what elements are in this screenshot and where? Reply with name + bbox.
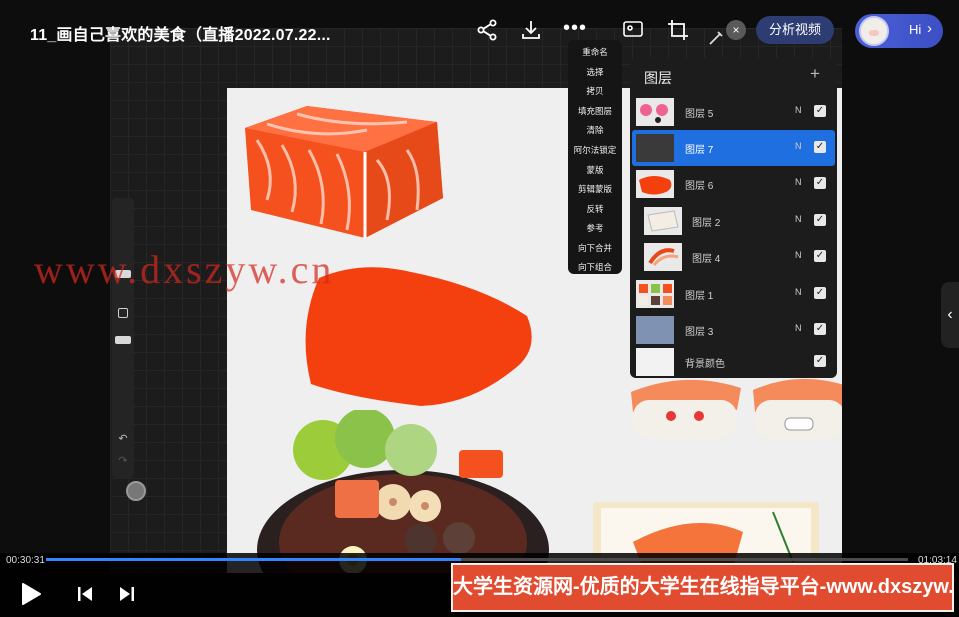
sushi-illustration: [753, 378, 842, 438]
layer-row[interactable]: 图层 6 N ✓: [632, 166, 835, 202]
promo-banner: 大学生资源网-优质的大学生在线指导平台-www.dxszyw.cn: [451, 563, 954, 612]
sushi-illustration: [631, 379, 741, 438]
menu-item-reference[interactable]: 参考: [568, 222, 622, 234]
menu-item-fill-layer[interactable]: 填充图层: [568, 105, 622, 117]
close-icon[interactable]: ×: [726, 20, 746, 40]
layer-thumbnail: [644, 207, 682, 235]
assistant-button[interactable]: Hi ›: [855, 14, 943, 48]
avatar: [859, 16, 889, 46]
gallery-icon[interactable]: [621, 18, 645, 42]
layer-thumbnail: [636, 170, 674, 198]
progress-bar[interactable]: [46, 558, 908, 561]
layer-name: 图层 1: [685, 291, 714, 302]
visibility-checkbox[interactable]: ✓: [814, 214, 826, 226]
blend-mode[interactable]: N: [795, 214, 802, 224]
next-icon[interactable]: [118, 585, 136, 603]
layer-row[interactable]: 图层 2 N ✓: [632, 203, 835, 239]
chevron-right-icon: ›: [927, 20, 932, 37]
more-options-button[interactable]: •••: [563, 18, 587, 38]
menu-item-combine-down[interactable]: 向下组合: [568, 261, 622, 273]
layer-row[interactable]: 图层 5 N ✓: [632, 94, 835, 130]
layer-name: 背景颜色: [685, 359, 725, 370]
blend-mode[interactable]: N: [795, 287, 802, 297]
layer-context-menu: 重命名 选择 拷贝 填充图层 清除 阿尔法锁定 蒙版 剪辑蒙版 反转 参考 向下…: [568, 40, 622, 274]
layer-name: 图层 6: [685, 181, 714, 192]
menu-item-alpha-lock[interactable]: 阿尔法锁定: [568, 144, 622, 156]
salmon-slice-illustration: [305, 267, 532, 406]
undo-icon[interactable]: ↶: [115, 432, 131, 445]
video-title: 11_画自己喜欢的美食（直播2022.07.22...: [30, 27, 331, 44]
menu-item-clipping-mask[interactable]: 剪辑蒙版: [568, 183, 622, 195]
blend-mode[interactable]: N: [795, 177, 802, 187]
layer-row[interactable]: 图层 4 N ✓: [632, 239, 835, 275]
visibility-checkbox[interactable]: ✓: [814, 177, 826, 189]
add-layer-button[interactable]: +: [810, 64, 820, 84]
play-icon[interactable]: [20, 582, 42, 606]
layer-thumbnail: [636, 316, 674, 344]
blend-mode[interactable]: N: [795, 105, 802, 115]
previous-icon[interactable]: [76, 585, 94, 603]
modify-button[interactable]: [118, 308, 128, 318]
menu-item-merge-down[interactable]: 向下合并: [568, 242, 622, 254]
visibility-checkbox[interactable]: ✓: [814, 250, 826, 262]
visibility-checkbox[interactable]: ✓: [814, 141, 826, 153]
layers-panel: 图层 + 图层 5 N ✓ 图层 7 N ✓ 图层 6 N ✓ 图层 2 N ✓…: [630, 58, 837, 378]
download-icon[interactable]: [519, 18, 543, 42]
visibility-checkbox[interactable]: ✓: [814, 323, 826, 335]
menu-item-mask[interactable]: 蒙版: [568, 164, 622, 176]
layer-thumbnail: [636, 348, 674, 376]
opacity-slider[interactable]: [115, 336, 131, 344]
layer-thumbnail: [636, 98, 674, 126]
brush-size-sidebar[interactable]: ↶ ↷: [112, 198, 134, 478]
blend-mode[interactable]: N: [795, 323, 802, 333]
quickshape-button[interactable]: [126, 481, 146, 501]
layer-thumbnail: [636, 134, 674, 162]
layer-row[interactable]: 图层 7 N ✓: [632, 130, 835, 166]
layer-row[interactable]: 图层 3 N ✓: [632, 312, 835, 348]
assistant-label: Hi: [909, 22, 922, 37]
menu-item-select[interactable]: 选择: [568, 66, 622, 78]
menu-item-rename[interactable]: 重命名: [568, 46, 622, 58]
watermark-text: www.dxszyw.cn: [34, 247, 335, 292]
chevron-left-icon[interactable]: ‹: [941, 282, 959, 348]
blend-mode[interactable]: N: [795, 250, 802, 260]
layer-name: 图层 7: [685, 145, 714, 156]
progress-fill: [46, 558, 462, 561]
analyze-video-button[interactable]: 分析视频: [756, 16, 834, 44]
layer-name: 图层 2: [692, 218, 721, 229]
menu-item-invert[interactable]: 反转: [568, 203, 622, 215]
layer-name: 图层 3: [685, 327, 714, 338]
visibility-checkbox[interactable]: ✓: [814, 287, 826, 299]
layer-row[interactable]: 图层 1 N ✓: [632, 276, 835, 312]
visibility-checkbox[interactable]: ✓: [814, 355, 826, 367]
share-icon[interactable]: [475, 18, 499, 42]
layer-name: 图层 4: [692, 254, 721, 265]
layer-thumbnail: [644, 243, 682, 271]
redo-icon[interactable]: ↷: [115, 454, 131, 467]
salmon-block-illustration: [245, 106, 443, 238]
current-time: 00:30:31: [6, 555, 45, 566]
layer-name: 图层 5: [685, 109, 714, 120]
transform-icon[interactable]: [666, 18, 690, 42]
menu-item-clear[interactable]: 清除: [568, 124, 622, 136]
video-frame[interactable]: ↶ ↷ www.dxszyw.cn 11_画自己喜欢的美食（直播2022.07.…: [0, 0, 959, 617]
hotpot-illustration: [257, 410, 549, 573]
layer-thumbnail: [636, 280, 674, 308]
visibility-checkbox[interactable]: ✓: [814, 105, 826, 117]
layer-row[interactable]: 背景颜色 ✓: [632, 344, 835, 380]
menu-item-copy[interactable]: 拷贝: [568, 85, 622, 97]
layers-panel-title: 图层: [644, 70, 672, 86]
blend-mode[interactable]: N: [795, 141, 802, 151]
